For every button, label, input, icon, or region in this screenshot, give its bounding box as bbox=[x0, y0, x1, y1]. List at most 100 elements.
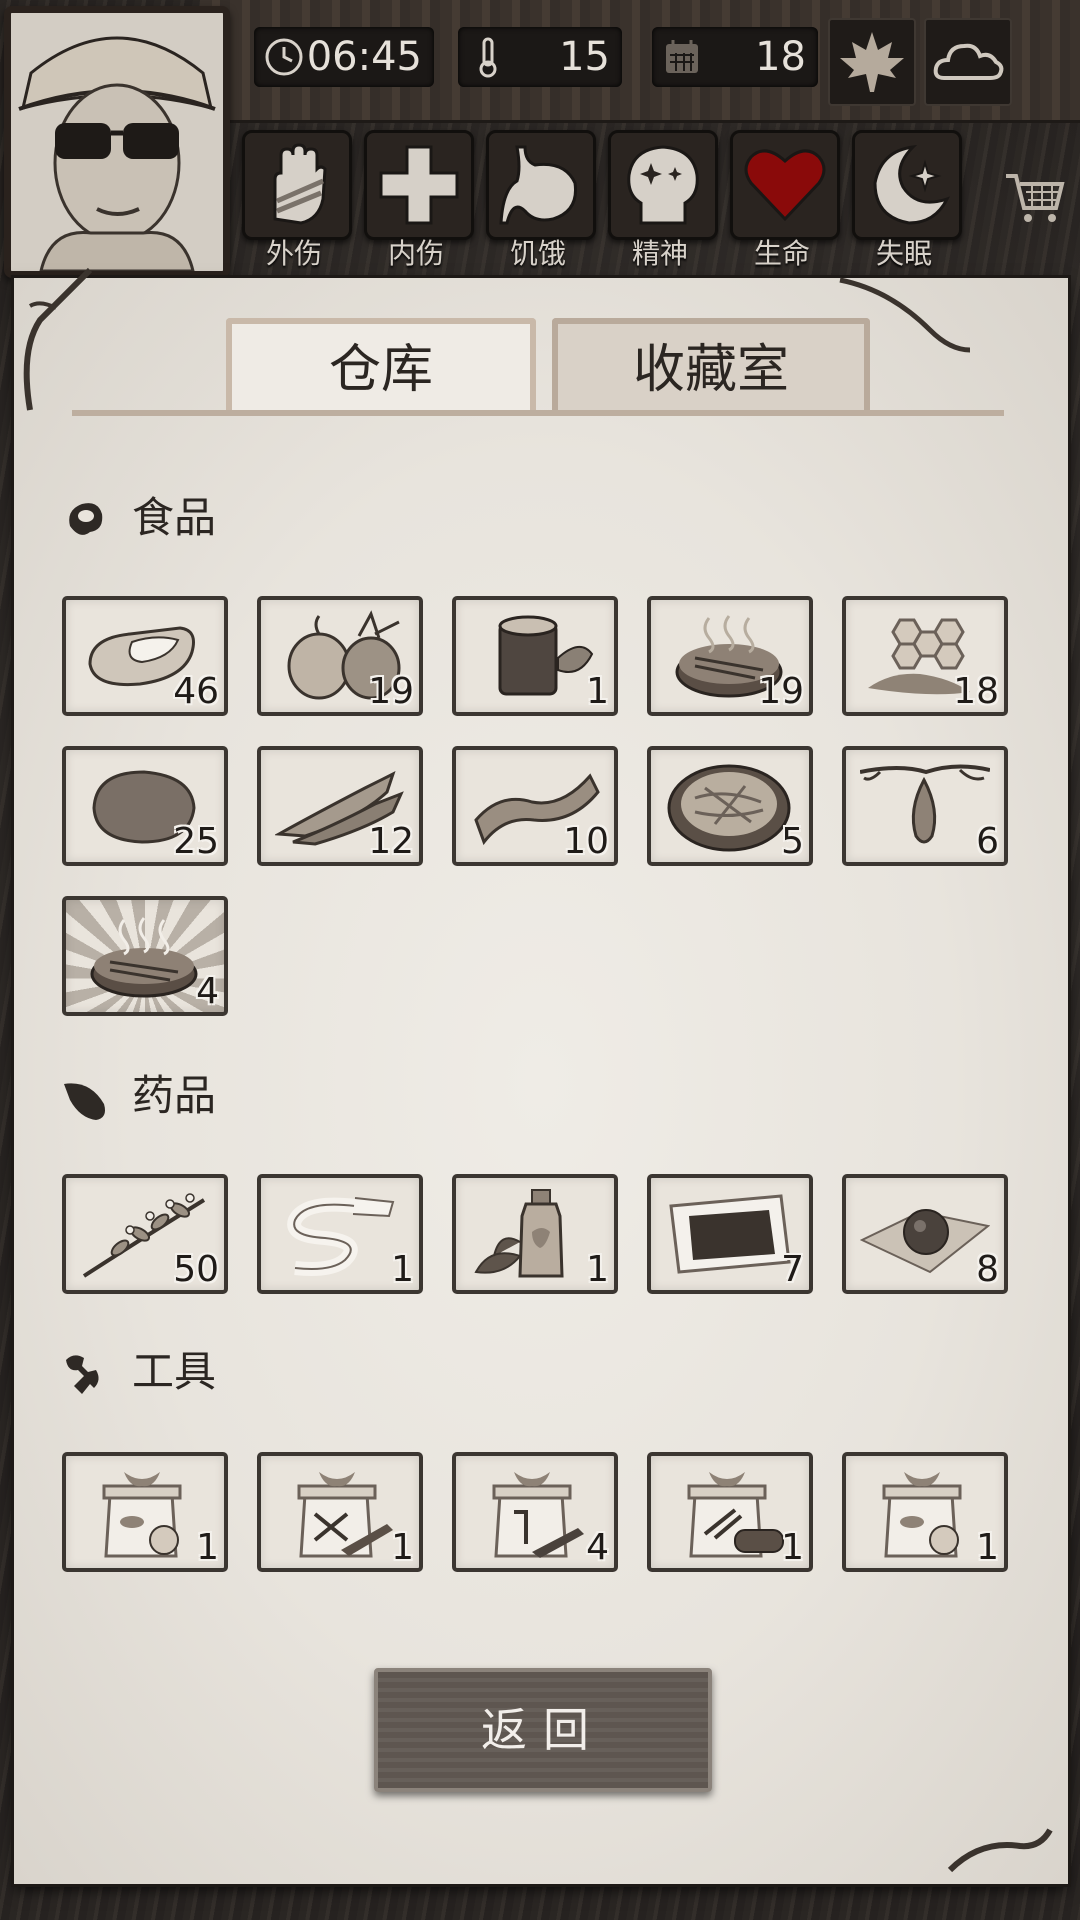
item-count: 18 bbox=[953, 671, 999, 712]
item-count: 50 bbox=[173, 1249, 219, 1290]
item-count: 1 bbox=[976, 1527, 999, 1568]
calendar-icon bbox=[666, 40, 698, 73]
heart-icon bbox=[744, 149, 826, 222]
food-slot[interactable]: 19 bbox=[257, 596, 423, 716]
tool-slot[interactable]: 1 bbox=[842, 1452, 1008, 1572]
cross-icon bbox=[379, 145, 459, 225]
temperature-display: 15 bbox=[458, 27, 622, 87]
item-count: 25 bbox=[173, 821, 219, 862]
medicine-slot[interactable]: 1 bbox=[257, 1174, 423, 1294]
time-value: 06:45 bbox=[306, 34, 422, 80]
tea-cup-icon bbox=[498, 615, 594, 696]
item-count: 7 bbox=[781, 1249, 804, 1290]
status-label-internal: 内伤 bbox=[387, 237, 444, 270]
item-count: 10 bbox=[563, 821, 609, 862]
status-label-hunger: 饥饿 bbox=[509, 237, 566, 270]
tool-slot[interactable]: 1 bbox=[62, 1452, 228, 1572]
section-header-medicine: 药品 bbox=[60, 1068, 216, 1124]
axe-crate-icon bbox=[492, 1472, 584, 1558]
food-slot-special[interactable]: 4 bbox=[62, 896, 228, 1016]
cloud-icon bbox=[933, 43, 1004, 80]
item-count: 4 bbox=[586, 1527, 609, 1568]
item-count: 1 bbox=[586, 1249, 609, 1290]
section-title-tools: 工具 bbox=[132, 1347, 217, 1396]
stomach-icon bbox=[499, 145, 578, 225]
back-button[interactable]: 返回 bbox=[374, 1668, 712, 1792]
wrench-icon bbox=[66, 1354, 99, 1394]
item-count: 8 bbox=[976, 1249, 999, 1290]
tab-divider bbox=[72, 410, 1004, 416]
food-slot[interactable]: 1 bbox=[452, 596, 618, 716]
tab-warehouse[interactable]: 仓库 bbox=[226, 318, 536, 414]
hand-bandage-icon bbox=[273, 143, 327, 225]
item-count: 12 bbox=[368, 821, 414, 862]
food-crate-icon bbox=[102, 1472, 182, 1558]
medicine-slot[interactable]: 1 bbox=[452, 1174, 618, 1294]
item-count: 6 bbox=[976, 821, 999, 862]
food-slot[interactable]: 12 bbox=[257, 746, 423, 866]
food-slot[interactable]: 19 bbox=[647, 596, 813, 716]
character-portrait[interactable] bbox=[4, 6, 230, 278]
survivor-face-icon bbox=[11, 13, 223, 271]
status-label-health: 生命 bbox=[753, 237, 810, 270]
temperature-value: 15 bbox=[559, 34, 610, 80]
season-button[interactable] bbox=[828, 18, 916, 106]
day-value: 18 bbox=[755, 34, 806, 80]
food-slot[interactable]: 5 bbox=[647, 746, 813, 866]
item-count: 1 bbox=[586, 671, 609, 712]
item-count: 19 bbox=[758, 671, 804, 712]
noodle-bowl-icon bbox=[667, 764, 791, 852]
food-slot[interactable]: 46 bbox=[62, 596, 228, 716]
status-label-spirit: 精神 bbox=[631, 237, 688, 270]
day-display: 18 bbox=[652, 27, 818, 87]
section-title-medicine: 药品 bbox=[132, 1071, 217, 1120]
special-steak-icon bbox=[90, 917, 198, 998]
medicine-slot[interactable]: 50 bbox=[62, 1174, 228, 1294]
tool-crate-icon bbox=[297, 1472, 393, 1558]
tab-collection-room[interactable]: 收藏室 bbox=[552, 318, 870, 414]
medicine-slot[interactable]: 7 bbox=[647, 1174, 813, 1294]
herbal-bottle-icon bbox=[474, 1189, 564, 1278]
item-count: 46 bbox=[173, 671, 219, 712]
status-health[interactable] bbox=[730, 130, 840, 240]
item-count: 4 bbox=[196, 971, 219, 1012]
status-label-external: 外伤 bbox=[265, 237, 322, 270]
meat-icon bbox=[69, 502, 103, 535]
tool-slot[interactable]: 4 bbox=[452, 1452, 618, 1572]
section-title-food: 食品 bbox=[132, 493, 217, 542]
food-slot[interactable]: 18 bbox=[842, 596, 1008, 716]
shopping-cart-icon[interactable] bbox=[1002, 168, 1066, 228]
section-header-tools: 工具 bbox=[60, 1344, 216, 1400]
maple-leaf-icon bbox=[840, 32, 904, 92]
status-hunger[interactable] bbox=[486, 130, 596, 240]
head-sparkle-icon bbox=[627, 145, 699, 225]
status-external-injury[interactable] bbox=[242, 130, 352, 240]
weather-button[interactable] bbox=[924, 18, 1012, 106]
item-count: 1 bbox=[391, 1527, 414, 1568]
item-count: 1 bbox=[781, 1527, 804, 1568]
herb-leaf-icon bbox=[64, 1082, 105, 1120]
time-display: 06:45 bbox=[254, 27, 434, 87]
vine-decoration-icon bbox=[947, 1828, 1053, 1873]
status-spirit[interactable] bbox=[608, 130, 718, 240]
clock-icon bbox=[265, 38, 303, 76]
food-slot[interactable]: 10 bbox=[452, 746, 618, 866]
food-slot[interactable]: 25 bbox=[62, 746, 228, 866]
pill-icon bbox=[860, 1209, 990, 1274]
moon-star-icon bbox=[873, 144, 950, 225]
status-insomnia[interactable] bbox=[852, 130, 962, 240]
vine-decoration-icon bbox=[23, 267, 93, 411]
item-count: 1 bbox=[391, 1249, 414, 1290]
item-count: 19 bbox=[368, 671, 414, 712]
tool-slot[interactable]: 1 bbox=[647, 1452, 813, 1572]
food-slot[interactable]: 6 bbox=[842, 746, 1008, 866]
thermometer-icon bbox=[479, 37, 497, 78]
medicine-slot[interactable]: 8 bbox=[842, 1174, 1008, 1294]
status-internal-injury[interactable] bbox=[364, 130, 474, 240]
item-count: 1 bbox=[196, 1527, 219, 1568]
fruit-pod-icon bbox=[860, 764, 990, 844]
section-header-food: 食品 bbox=[60, 490, 216, 546]
tool-slot[interactable]: 1 bbox=[257, 1452, 423, 1572]
plaster-icon bbox=[669, 1194, 791, 1274]
wood-crate-icon bbox=[687, 1472, 784, 1558]
